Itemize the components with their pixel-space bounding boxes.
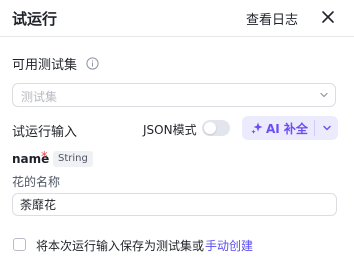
name-value-input[interactable]	[12, 193, 337, 216]
testset-select[interactable]: 测试集	[12, 83, 336, 107]
save-testset-text: 将本次运行输入保存为测试集或	[36, 239, 205, 253]
ai-complete-button-group: AI 补全	[242, 116, 338, 140]
chevron-down-icon	[323, 125, 331, 131]
header: 试运行 查看日志	[0, 0, 354, 36]
field-description: 花的名称	[12, 175, 61, 189]
manual-create-link[interactable]: 手动创建	[205, 237, 253, 254]
toggle-knob	[204, 122, 216, 134]
type-badge: String	[53, 151, 93, 167]
close-button[interactable]	[319, 8, 337, 26]
close-icon	[322, 11, 334, 23]
save-testset-checkbox[interactable]	[13, 238, 26, 251]
page-title: 试运行	[12, 10, 58, 28]
ai-complete-button[interactable]: AI 补全	[242, 116, 314, 140]
required-mark: *	[41, 150, 48, 165]
ai-complete-label: AI 补全	[266, 122, 308, 136]
ai-options-dropdown[interactable]	[315, 116, 338, 140]
json-mode-toggle[interactable]	[202, 120, 230, 136]
run-input-label: 试运行输入	[12, 125, 78, 140]
sparkle-icon	[251, 122, 263, 134]
chevron-down-icon	[320, 92, 328, 98]
testset-label: 可用测试集	[12, 58, 78, 73]
view-log-button[interactable]: 查看日志	[246, 9, 298, 28]
header-divider	[0, 36, 354, 37]
testset-select-placeholder: 测试集	[21, 90, 58, 104]
json-mode-label: JSON模式	[143, 123, 197, 137]
info-icon[interactable]	[86, 55, 99, 70]
